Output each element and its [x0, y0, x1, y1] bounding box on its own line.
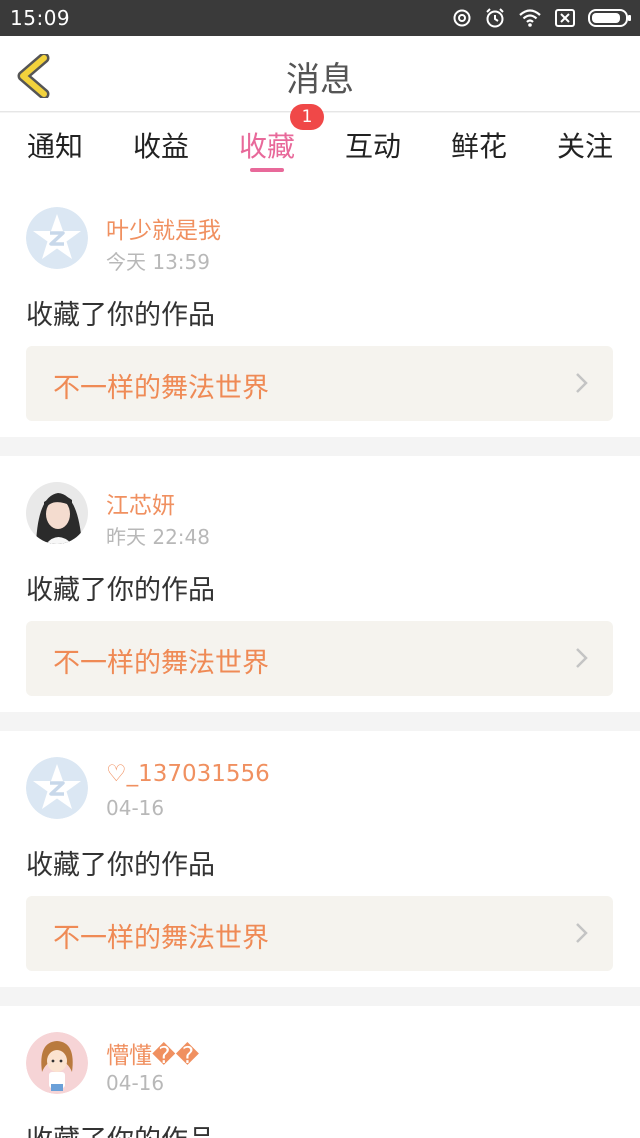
timestamp: 04-16 — [106, 796, 165, 820]
username[interactable]: 懵懂�� — [106, 1036, 199, 1070]
action-text: 收藏了你的作品 — [26, 575, 215, 606]
avatar[interactable] — [26, 207, 88, 269]
action-text: 收藏了你的作品 — [26, 1118, 215, 1138]
header-bar: 消息 — [0, 36, 640, 112]
timestamp: 04-16 — [106, 1071, 165, 1095]
username[interactable]: 叶少就是我 — [106, 211, 221, 245]
cartoon-girl-avatar — [26, 1032, 88, 1094]
active-tab-indicator — [250, 168, 284, 172]
status-bar: 15:09 — [0, 0, 640, 36]
sim-off-icon — [555, 9, 575, 27]
qzone-star-icon — [26, 757, 88, 819]
tab-favorites[interactable]: 收藏 — [214, 125, 320, 165]
wifi-icon — [519, 9, 541, 27]
avatar[interactable] — [26, 1032, 88, 1094]
message-card: 懵懂�� 04-16 收藏了你的作品 — [0, 1006, 640, 1138]
battery-icon — [588, 9, 631, 27]
chevron-right-icon — [576, 648, 588, 668]
message-card: 叶少就是我 今天 13:59 收藏了你的作品 不一样的舞法世界 — [0, 181, 640, 437]
work-title: 不一样的舞法世界 — [53, 923, 269, 954]
sync-icon — [453, 9, 471, 27]
tab-following[interactable]: 关注 — [532, 125, 638, 165]
timestamp: 昨天 22:48 — [106, 525, 210, 549]
username[interactable]: 江芯妍 — [106, 486, 175, 520]
avatar[interactable] — [26, 757, 88, 819]
work-title: 不一样的舞法世界 — [53, 373, 269, 404]
page-title: 消息 — [286, 60, 354, 100]
tab-favorites-badge: 1 — [290, 104, 324, 130]
timestamp: 今天 13:59 — [106, 250, 210, 274]
message-card: 江芯妍 昨天 22:48 收藏了你的作品 不一样的舞法世界 — [0, 456, 640, 712]
work-link[interactable]: 不一样的舞法世界 — [26, 896, 613, 971]
tab-flowers[interactable]: 鲜花 — [426, 125, 532, 165]
tab-bar: 通知 收益 收藏 互动 鲜花 关注 1 — [0, 104, 640, 181]
chevron-right-icon — [576, 923, 588, 943]
message-card: ♡_137031556 04-16 收藏了你的作品 不一样的舞法世界 — [0, 731, 640, 987]
tab-earnings[interactable]: 收益 — [108, 125, 214, 165]
work-link[interactable]: 不一样的舞法世界 — [26, 346, 613, 421]
work-title: 不一样的舞法世界 — [53, 648, 269, 679]
action-text: 收藏了你的作品 — [26, 850, 215, 881]
username[interactable]: ♡_137031556 — [106, 761, 270, 787]
tab-interactions[interactable]: 互动 — [320, 125, 426, 165]
girl-photo-avatar — [26, 482, 88, 544]
qzone-star-icon — [26, 207, 88, 269]
action-text: 收藏了你的作品 — [26, 300, 215, 331]
tab-notifications[interactable]: 通知 — [2, 125, 108, 165]
avatar[interactable] — [26, 482, 88, 544]
status-time: 15:09 — [10, 6, 71, 30]
chevron-right-icon — [576, 373, 588, 393]
alarm-icon — [486, 8, 504, 28]
work-link[interactable]: 不一样的舞法世界 — [26, 621, 613, 696]
status-icons — [452, 6, 632, 30]
